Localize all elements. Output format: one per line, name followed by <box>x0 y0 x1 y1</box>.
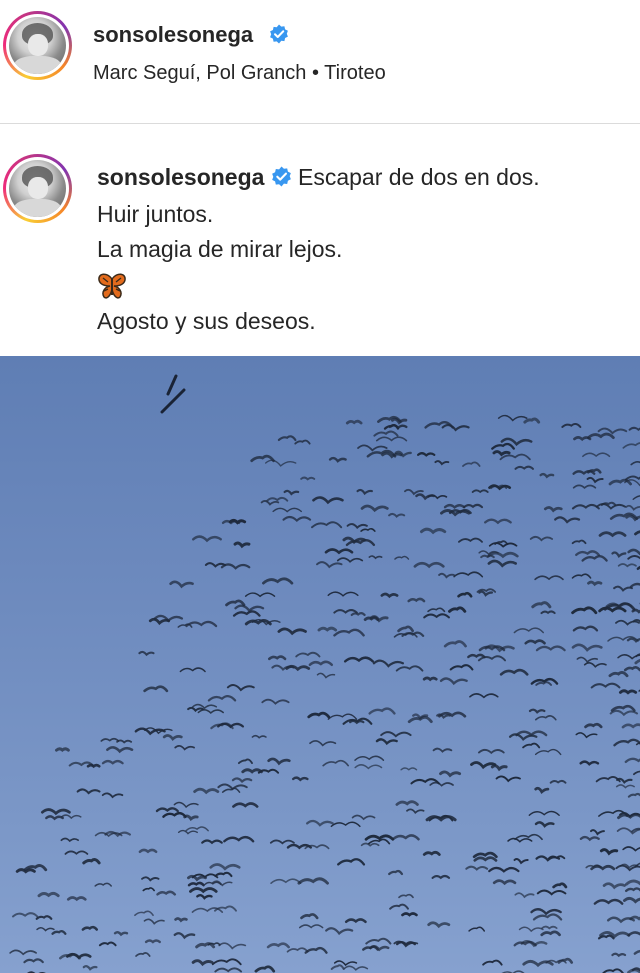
avatar-story-ring[interactable] <box>3 11 72 80</box>
caption-verified-badge-icon <box>272 166 291 187</box>
avatar <box>9 17 66 74</box>
verified-badge-icon <box>270 24 288 44</box>
caption-avatar <box>9 160 66 217</box>
audio-track-link[interactable]: Marc Seguí, Pol Granch • Tiroteo <box>93 62 386 85</box>
header-username[interactable]: sonsolesonega <box>93 22 253 48</box>
caption-line-2: La magia de mirar lejos. <box>97 236 343 262</box>
caption-line-1: Huir juntos. <box>97 201 214 227</box>
post-media-image[interactable] <box>0 356 640 973</box>
caption-avatar-ring[interactable] <box>3 154 72 223</box>
caption-first-line: Escapar de dos en dos. <box>298 164 540 190</box>
caption-last-line: Agosto y sus deseos. <box>97 308 316 334</box>
caption-username[interactable]: sonsolesonega <box>97 164 264 191</box>
post-header: sonsolesonega Marc Seguí, Pol Granch • T… <box>0 0 640 124</box>
butterfly-emoji-icon <box>98 273 126 299</box>
flock-of-birds <box>9 374 640 973</box>
